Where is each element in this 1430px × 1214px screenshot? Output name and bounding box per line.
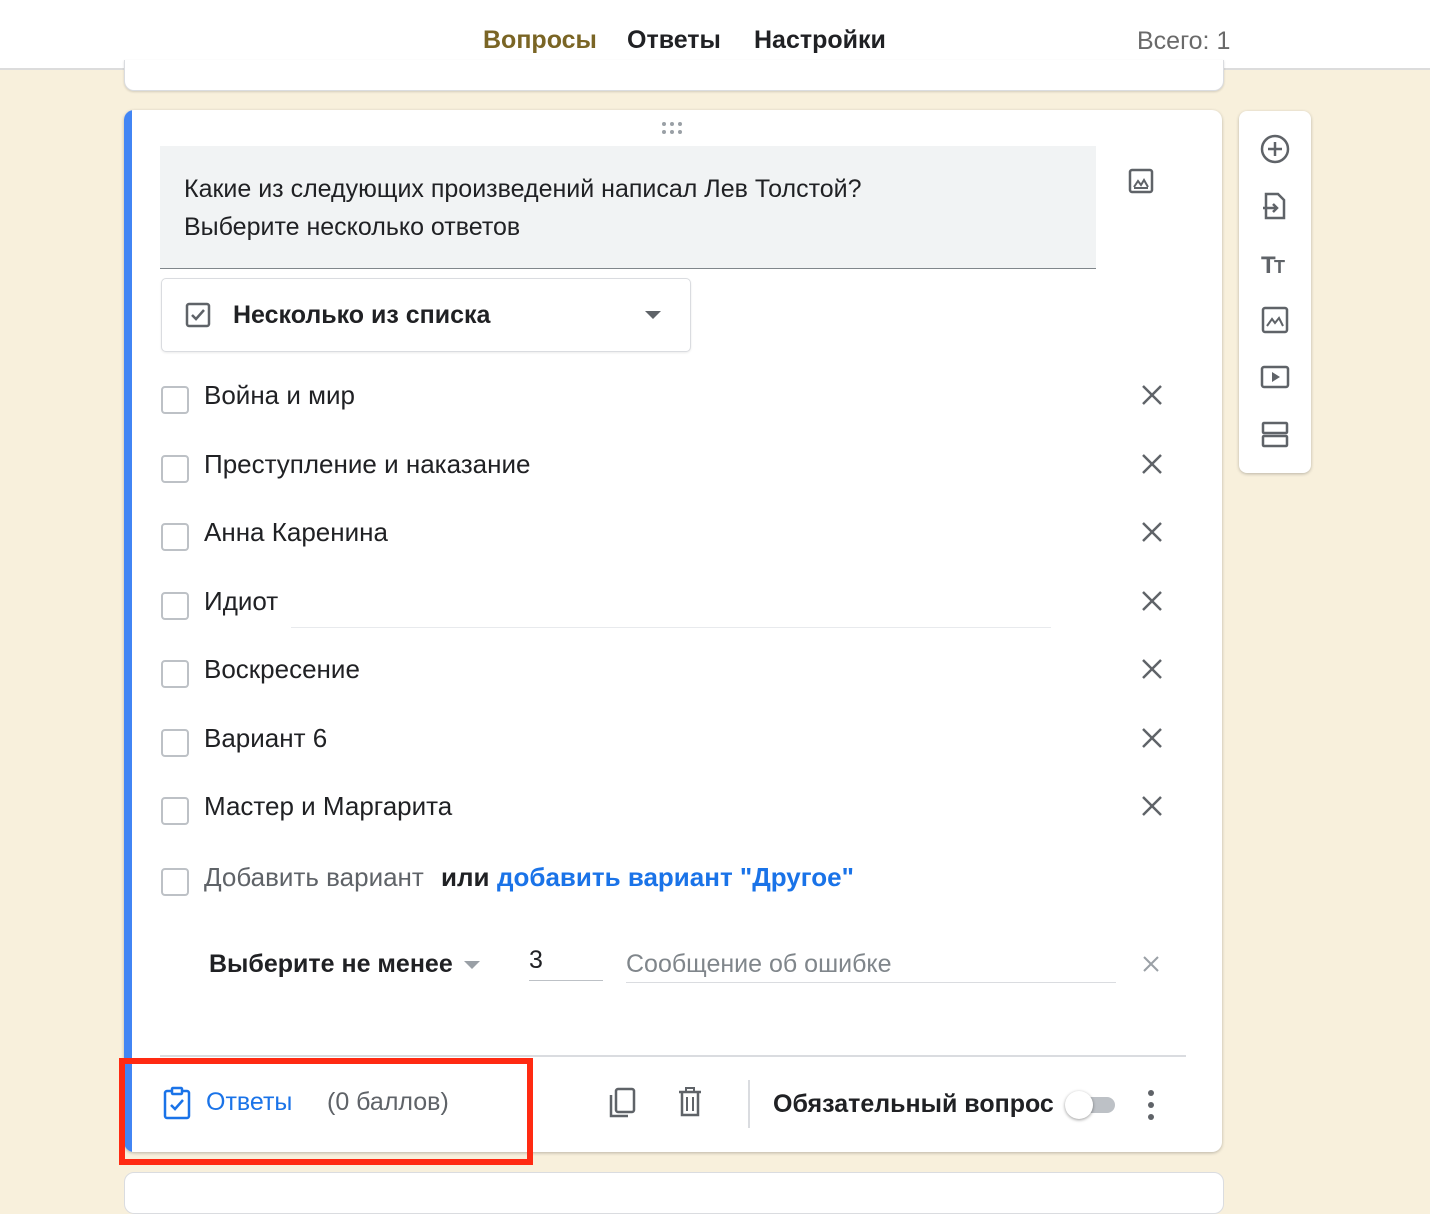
next-card	[124, 1172, 1224, 1214]
floating-toolbar: T T	[1239, 111, 1311, 473]
chevron-down-icon	[645, 311, 661, 319]
highlight-annotation	[119, 1058, 533, 1165]
question-title-line1: Какие из следующих произведений написал …	[184, 175, 862, 203]
option-label[interactable]: Вариант 6	[204, 723, 327, 754]
option-input-underline	[291, 627, 1051, 628]
option-row[interactable]: Идиот	[161, 582, 1181, 630]
add-question-icon[interactable]	[1259, 133, 1291, 165]
close-icon[interactable]	[1139, 588, 1165, 614]
option-row[interactable]: Воскресение	[161, 650, 1181, 698]
question-type-dropdown[interactable]: Несколько из списка	[161, 278, 691, 352]
option-checkbox	[161, 592, 189, 620]
close-icon[interactable]	[1139, 519, 1165, 545]
add-other-option-link[interactable]: добавить вариант "Другое"	[497, 862, 854, 893]
required-toggle[interactable]	[1065, 1091, 1117, 1119]
close-icon[interactable]	[1139, 451, 1165, 477]
close-icon[interactable]	[1139, 793, 1165, 819]
option-checkbox	[161, 868, 189, 896]
option-checkbox	[161, 797, 189, 825]
validation-rule-select[interactable]: Выберите не менее	[209, 950, 453, 979]
image-icon[interactable]	[1127, 167, 1155, 195]
previous-card	[124, 60, 1224, 91]
add-image-icon[interactable]	[1259, 304, 1291, 336]
option-checkbox	[161, 455, 189, 483]
option-row[interactable]: Анна Каренина	[161, 513, 1181, 561]
add-option-row: Добавить вариант или добавить вариант "Д…	[161, 862, 1061, 902]
option-label[interactable]: Идиот	[204, 586, 278, 617]
option-row[interactable]: Мастер и Маргарита	[161, 787, 1181, 835]
question-title-line2: Выберите несколько ответов	[184, 213, 521, 241]
total-points: Всего: 1	[1137, 27, 1231, 55]
close-icon[interactable]	[1139, 725, 1165, 751]
option-label[interactable]: Воскресение	[204, 654, 360, 685]
question-type-label: Несколько из списка	[233, 301, 491, 329]
close-icon[interactable]	[1141, 954, 1161, 974]
option-row[interactable]: Война и мир	[161, 376, 1181, 424]
option-label[interactable]: Война и мир	[204, 380, 355, 411]
svg-text:T: T	[1274, 257, 1285, 277]
option-row[interactable]: Преступление и наказание	[161, 445, 1181, 493]
add-section-icon[interactable]	[1259, 418, 1291, 450]
import-questions-icon[interactable]	[1259, 190, 1291, 222]
validation-number-input[interactable]: 3	[529, 946, 603, 981]
question-card[interactable]: Какие из следующих произведений написал …	[124, 110, 1222, 1152]
option-label[interactable]: Преступление и наказание	[204, 449, 531, 480]
footer-divider	[160, 1055, 1186, 1057]
option-checkbox	[161, 729, 189, 757]
question-title-field[interactable]: Какие из следующих произведений написал …	[160, 146, 1096, 269]
duplicate-icon[interactable]	[607, 1086, 637, 1120]
option-checkbox	[161, 386, 189, 414]
close-icon[interactable]	[1139, 382, 1165, 408]
tab-settings[interactable]: Настройки	[754, 26, 886, 55]
validation-error-input[interactable]: Сообщение об ошибке	[626, 950, 1116, 983]
add-or-label: или	[441, 862, 490, 892]
option-label[interactable]: Мастер и Маргарита	[204, 791, 452, 822]
option-row[interactable]: Вариант 6	[161, 719, 1181, 767]
required-label: Обязательный вопрос	[773, 1090, 1054, 1118]
question-title[interactable]: Какие из следующих произведений написал …	[184, 170, 1064, 246]
drag-handle-icon[interactable]	[662, 122, 686, 136]
chevron-down-icon[interactable]	[464, 961, 480, 969]
option-checkbox	[161, 523, 189, 551]
add-option-button[interactable]: Добавить вариант	[204, 862, 424, 893]
footer-separator	[748, 1080, 750, 1128]
add-title-icon[interactable]: T T	[1259, 247, 1291, 279]
tab-questions[interactable]: Вопросы	[483, 26, 597, 55]
response-validation: Выберите не менее 3 Сообщение об ошибке	[124, 942, 1222, 1002]
tab-responses[interactable]: Ответы	[627, 26, 721, 55]
more-vert-icon[interactable]	[1145, 1088, 1157, 1122]
add-video-icon[interactable]	[1259, 361, 1291, 393]
close-icon[interactable]	[1139, 656, 1165, 682]
checkbox-icon	[185, 302, 211, 328]
trash-icon[interactable]	[677, 1086, 703, 1118]
option-label[interactable]: Анна Каренина	[204, 517, 388, 548]
option-checkbox	[161, 660, 189, 688]
